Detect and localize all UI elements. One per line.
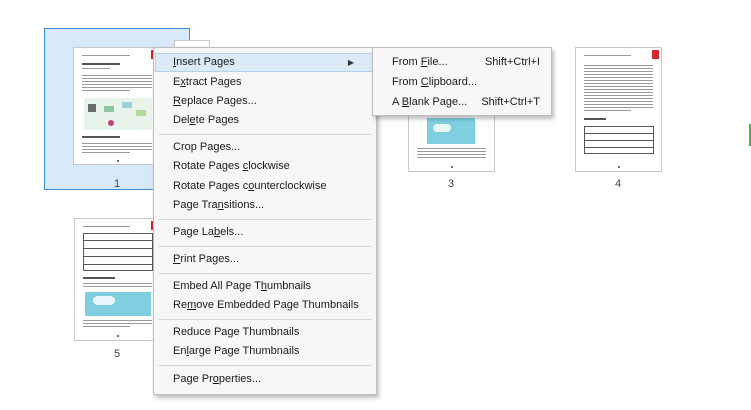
page-number-5: 5 (113, 348, 121, 360)
menu-item-page-labels[interactable]: Page Labels... (155, 223, 375, 242)
menu-item-extract-pages[interactable]: Extract Pages (155, 73, 375, 92)
menu-separator (158, 273, 372, 274)
menu-item-page-transitions[interactable]: Page Transitions... (155, 196, 375, 215)
menu-item-reduce-thumbnails[interactable]: Reduce Page Thumbnails (155, 323, 375, 342)
menu-separator (158, 134, 372, 135)
menu-item-rotate-counterclockwise[interactable]: Rotate Pages counterclockwise (155, 177, 375, 196)
menu-item-enlarge-thumbnails[interactable]: Enlarge Page Thumbnails (155, 342, 375, 361)
menu-item-remove-thumbnails[interactable]: Remove Embedded Page Thumbnails (155, 296, 375, 315)
menu-separator (158, 319, 372, 320)
shortcut-label: Shift+Ctrl+I (484, 56, 540, 68)
menu-separator (158, 246, 372, 247)
page-number-1: 1 (113, 178, 121, 190)
menu-item-print-pages[interactable]: Print Pages... (155, 250, 375, 269)
menu-item-delete-pages[interactable]: Delete Pages (155, 111, 375, 130)
pdf-logo-icon (652, 50, 659, 59)
menu-item-rotate-clockwise[interactable]: Rotate Pages clockwise (155, 157, 375, 176)
page-number-4: 4 (614, 178, 622, 190)
menu-item-replace-pages[interactable]: Replace Pages... (155, 92, 375, 111)
page-number-3: 3 (447, 178, 455, 190)
insert-pages-submenu: From File... Shift+Ctrl+I From Clipboard… (372, 47, 552, 116)
page-context-menu: Insert Pages ▶ Extract Pages Replace Pag… (153, 47, 377, 395)
submenu-item-from-clipboard[interactable]: From Clipboard... (374, 72, 550, 92)
page-thumbnail-5[interactable] (74, 218, 161, 341)
submenu-arrow-icon: ▶ (347, 58, 354, 67)
page-thumbnail-1[interactable] (73, 47, 161, 165)
submenu-item-from-file[interactable]: From File... Shift+Ctrl+I (374, 52, 550, 72)
menu-item-insert-pages[interactable]: Insert Pages ▶ (155, 53, 375, 72)
menu-item-embed-thumbnails[interactable]: Embed All Page Thumbnails (155, 277, 375, 296)
menu-item-crop-pages[interactable]: Crop Pages... (155, 138, 375, 157)
shortcut-label: Shift+Ctrl+T (481, 96, 540, 108)
page-thumbnail-4[interactable] (575, 47, 662, 172)
menu-separator (158, 219, 372, 220)
menu-separator (158, 365, 372, 366)
submenu-item-blank-page[interactable]: A Blank Page... Shift+Ctrl+T (374, 92, 550, 112)
menu-item-page-properties[interactable]: Page Properties... (155, 370, 375, 389)
